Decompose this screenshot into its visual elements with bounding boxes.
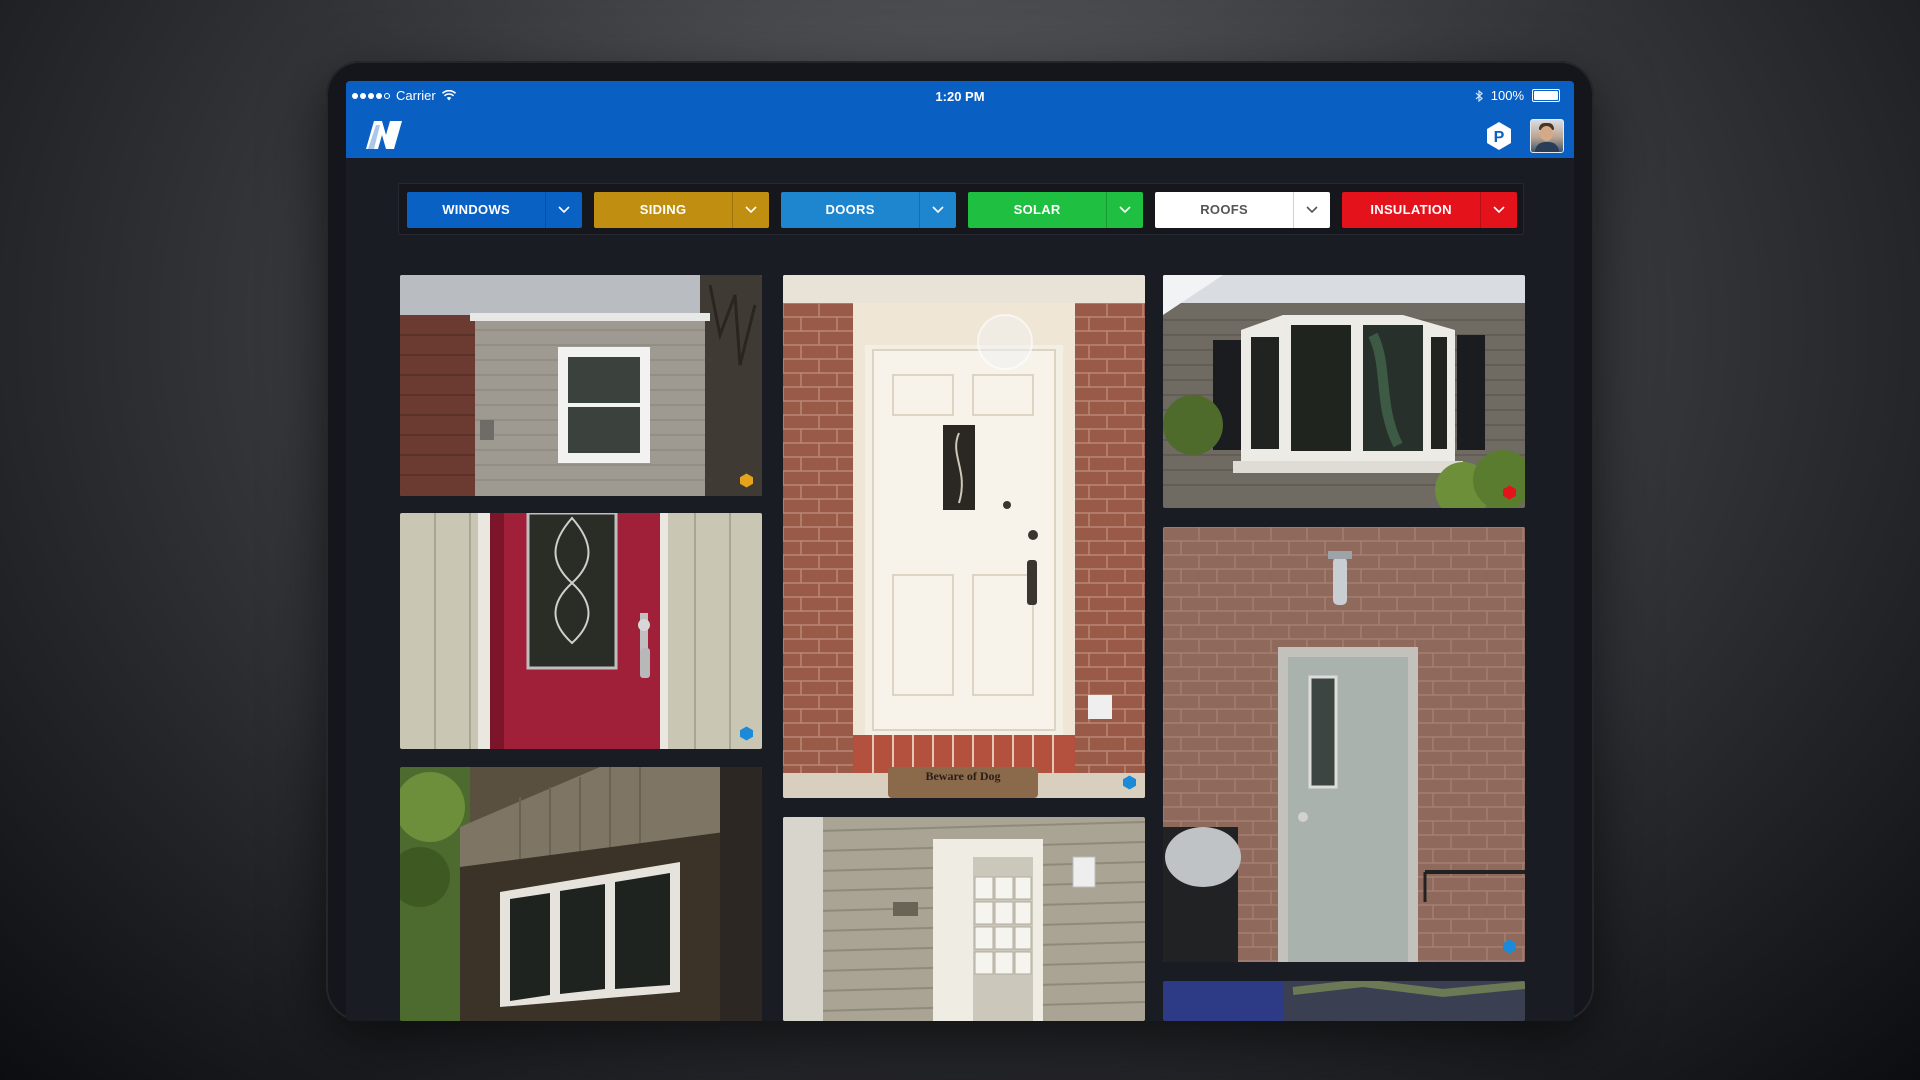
beige-siding-image — [783, 817, 1145, 1021]
brown-siding-image — [400, 767, 762, 1021]
partial-photo-image — [1163, 981, 1525, 1021]
filter-doors[interactable]: DOORS — [781, 192, 956, 228]
battery-icon — [1532, 89, 1560, 102]
filter-label[interactable]: SIDING — [594, 192, 732, 228]
gray-door-image — [1163, 527, 1525, 962]
svg-text:P: P — [1494, 129, 1505, 146]
chevron-down-icon[interactable] — [1293, 192, 1330, 228]
beige-siding-door-photo[interactable] — [783, 817, 1145, 1021]
insulation-tag-icon — [1502, 485, 1517, 500]
white-front-door-photo[interactable]: Beware of Dog — [783, 275, 1145, 798]
p-badge-icon[interactable]: P — [1484, 121, 1514, 151]
doors-tag-icon — [1122, 775, 1137, 790]
doors-tag-icon — [739, 726, 754, 741]
chevron-down-icon[interactable] — [1480, 192, 1517, 228]
filter-label[interactable]: ROOFS — [1155, 192, 1293, 228]
chevron-down-icon[interactable] — [1106, 192, 1143, 228]
filter-label[interactable]: WINDOWS — [407, 192, 545, 228]
white-door-image — [783, 275, 1145, 798]
status-right: 100% — [1475, 88, 1560, 103]
filter-windows[interactable]: WINDOWS — [407, 192, 582, 228]
battery-fill — [1534, 91, 1558, 100]
filter-roofs[interactable]: ROOFS — [1155, 192, 1330, 228]
app-header: P — [346, 111, 1574, 158]
chevron-down-icon[interactable] — [545, 192, 582, 228]
battery-percent: 100% — [1490, 88, 1524, 103]
app-screen: Carrier 1:20 PM 100% P WINDOWS SIDING DO… — [346, 81, 1574, 1021]
filter-label[interactable]: SOLAR — [968, 192, 1106, 228]
red-door-image — [400, 513, 762, 749]
n-logo-icon[interactable] — [362, 117, 406, 153]
status-bar: Carrier 1:20 PM 100% — [346, 81, 1574, 111]
doors-tag-icon — [1502, 939, 1517, 954]
chevron-down-icon[interactable] — [732, 192, 769, 228]
category-filter-bar: WINDOWS SIDING DOORS SOLAR ROOFS INSULATION — [398, 183, 1524, 235]
gray-door-brick-photo[interactable] — [1163, 527, 1525, 962]
chevron-down-icon[interactable] — [919, 192, 956, 228]
partial-photo-bottom[interactable] — [1163, 981, 1525, 1021]
bay-window-photo[interactable] — [1163, 275, 1525, 508]
bay-window-image — [1163, 275, 1525, 508]
filter-solar[interactable]: SOLAR — [968, 192, 1143, 228]
siding-house-photo[interactable] — [400, 275, 762, 496]
filter-siding[interactable]: SIDING — [594, 192, 769, 228]
filter-label[interactable]: DOORS — [781, 192, 919, 228]
brown-siding-windows-photo[interactable] — [400, 767, 762, 1021]
red-door-photo[interactable] — [400, 513, 762, 749]
bluetooth-icon — [1475, 89, 1483, 102]
doormat-text: Beware of Dog — [925, 769, 1001, 783]
status-time: 1:20 PM — [935, 89, 985, 104]
user-avatar[interactable] — [1530, 119, 1564, 153]
tablet-frame: Carrier 1:20 PM 100% P WINDOWS SIDING DO… — [326, 61, 1594, 1021]
siding-house-image — [400, 275, 762, 496]
filter-insulation[interactable]: INSULATION — [1342, 192, 1517, 228]
siding-tag-icon — [739, 473, 754, 488]
filter-label[interactable]: INSULATION — [1342, 192, 1480, 228]
